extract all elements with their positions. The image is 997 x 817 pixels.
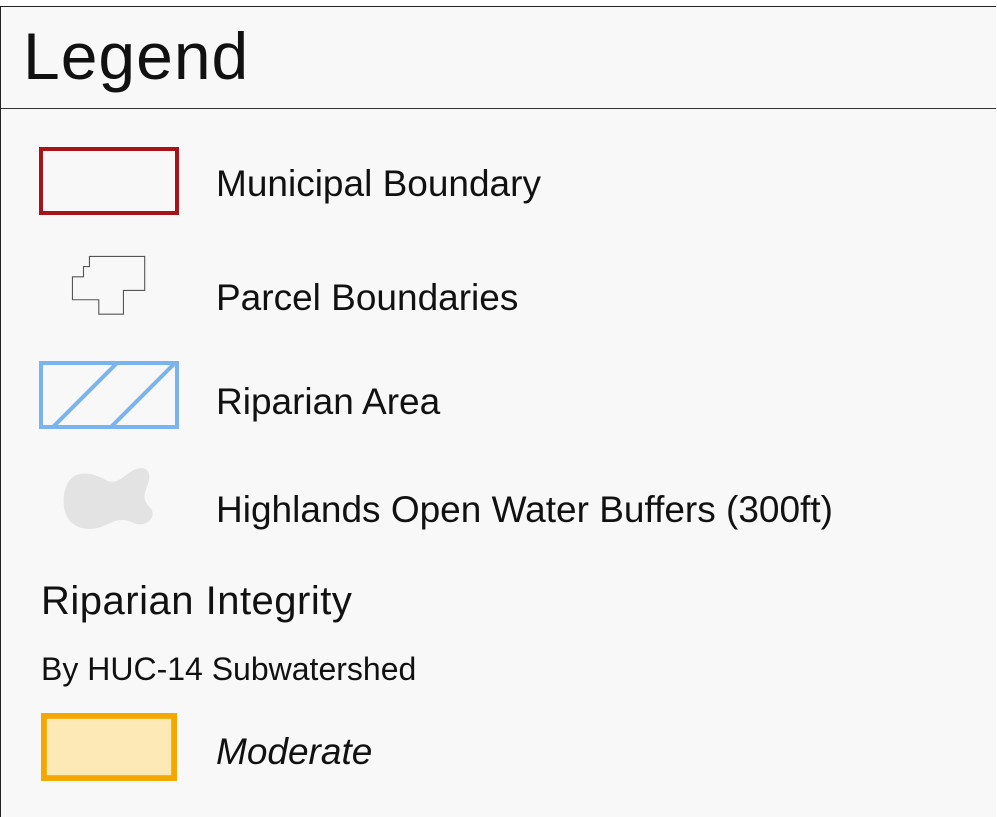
legend-item-label: Riparian Area: [216, 381, 441, 422]
legend-item-label: Municipal Boundary: [216, 163, 541, 204]
legend-header: Legend: [1, 7, 996, 109]
legend-title: Legend: [23, 19, 250, 93]
parcel-polygon-icon: [71, 255, 146, 315]
legend-item-municipal-boundary: Municipal Boundary: [1, 147, 996, 227]
legend-item-label: Parcel Boundaries: [216, 277, 519, 318]
riparian-integrity-subtitle: By HUC-14 Subwatershed: [41, 651, 417, 687]
riparian-integrity-heading: Riparian Integrity: [41, 579, 353, 623]
orange-filled-rectangle-icon: [41, 713, 177, 781]
legend-item-open-water-buffers: Highlands Open Water Buffers (300ft): [1, 463, 996, 543]
blue-hatched-rectangle-icon: [39, 361, 179, 429]
legend-item-label: Moderate: [216, 731, 373, 772]
legend-item-riparian-area: Riparian Area: [1, 361, 996, 441]
legend-item-moderate: Moderate: [1, 713, 996, 793]
legend-item-label: Highlands Open Water Buffers (300ft): [216, 489, 833, 530]
red-outline-rectangle-icon: [39, 147, 179, 215]
legend-panel: Legend Municipal Boundary Parcel Boundar…: [0, 6, 996, 817]
gray-blob-icon: [63, 468, 153, 529]
legend-item-parcel-boundaries: Parcel Boundaries: [1, 253, 996, 333]
